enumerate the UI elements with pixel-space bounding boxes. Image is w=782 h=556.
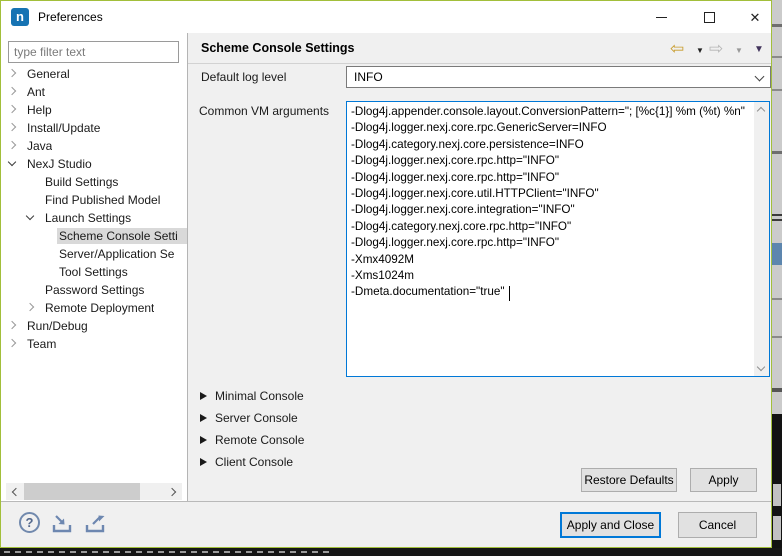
sidebar-item-password-settings[interactable]: Password Settings: [1, 281, 187, 299]
nexj-logo-icon: n: [11, 8, 29, 26]
maximize-icon: [704, 12, 715, 23]
triangle-right-icon: [200, 436, 207, 444]
combo-value: INFO: [354, 70, 383, 84]
section-label: Minimal Console: [215, 389, 304, 403]
sidebar-item-ant[interactable]: Ant: [1, 83, 187, 101]
sidebar-item-nexj-studio[interactable]: NexJ Studio: [1, 155, 187, 173]
filter-input[interactable]: [8, 41, 179, 63]
chevron-right-icon: [8, 87, 16, 95]
chevron-down-icon: [755, 72, 765, 82]
sidebar-item-run-debug[interactable]: Run/Debug: [1, 317, 187, 335]
sidebar-item-java[interactable]: Java: [1, 137, 187, 155]
tree-label: Run/Debug: [27, 318, 88, 334]
minimize-button[interactable]: [643, 1, 679, 33]
triangle-right-icon: [200, 458, 207, 466]
chevron-right-icon: [8, 321, 16, 329]
default-log-level-combo[interactable]: INFO: [346, 66, 771, 88]
back-dropdown-icon[interactable]: ▼: [696, 46, 704, 55]
section-client-console[interactable]: Client Console: [200, 453, 293, 471]
restore-defaults-button[interactable]: Restore Defaults: [581, 468, 677, 492]
triangle-right-icon: [200, 392, 207, 400]
sidebar-item-launch-settings[interactable]: Launch Settings: [1, 209, 187, 227]
chevron-right-icon: [8, 141, 16, 149]
background-bottom-strip: [0, 548, 782, 556]
sidebar-item-scheme-console-settings[interactable]: Scheme Console Setti: [1, 227, 187, 245]
background-right-strip: [772, 0, 782, 548]
import-preferences-icon[interactable]: [50, 513, 76, 535]
tree-label: Install/Update: [27, 120, 100, 136]
section-remote-console[interactable]: Remote Console: [200, 431, 304, 449]
sidebar-item-install-update[interactable]: Install/Update: [1, 119, 187, 137]
apply-and-close-button[interactable]: Apply and Close: [560, 512, 661, 538]
sidebar-item-remote-deployment[interactable]: Remote Deployment: [1, 299, 187, 317]
tree-label-selected: Scheme Console Setti: [57, 228, 187, 244]
maximize-button[interactable]: [691, 1, 727, 33]
forward-arrow-icon[interactable]: ⇨: [709, 39, 723, 59]
tree-label: Launch Settings: [45, 210, 131, 226]
textarea-scrollbar[interactable]: [754, 102, 769, 376]
vm-arguments-label: Common VM arguments: [199, 104, 329, 118]
cancel-button[interactable]: Cancel: [678, 512, 757, 538]
tree-label: Tool Settings: [59, 264, 128, 280]
tree-label: Help: [27, 102, 52, 118]
text-caret: [509, 286, 510, 301]
window-title: Preferences: [38, 1, 103, 33]
scroll-up-icon[interactable]: [757, 107, 765, 115]
chevron-right-icon: [8, 339, 16, 347]
minimize-icon: [656, 17, 667, 18]
close-button[interactable]: ✕: [737, 1, 772, 33]
chevron-down-icon: [8, 158, 16, 166]
tree-label: Password Settings: [45, 282, 144, 298]
page-title: Scheme Console Settings: [201, 41, 355, 55]
section-label: Remote Console: [215, 433, 304, 447]
tree-label: Team: [27, 336, 56, 352]
apply-button[interactable]: Apply: [690, 468, 757, 492]
default-log-level-label: Default log level: [201, 70, 286, 84]
vm-arguments-text: -Dlog4j.appender.console.layout.Conversi…: [351, 104, 753, 374]
section-label: Client Console: [215, 455, 293, 469]
vm-arguments-textarea[interactable]: -Dlog4j.appender.console.layout.Conversi…: [346, 101, 770, 377]
chevron-right-icon: [8, 123, 16, 131]
sidebar-item-help[interactable]: Help: [1, 101, 187, 119]
view-menu-icon[interactable]: ▼: [754, 44, 764, 55]
tree-label: Find Published Model: [45, 192, 160, 208]
tree-label: Java: [27, 138, 52, 154]
sidebar-item-tool-settings[interactable]: Tool Settings: [1, 263, 187, 281]
scroll-right-icon[interactable]: [165, 483, 182, 500]
tree-label: Server/Application Se: [59, 246, 174, 262]
triangle-right-icon: [200, 414, 207, 422]
sidebar-item-build-settings[interactable]: Build Settings: [1, 173, 187, 191]
chevron-right-icon: [26, 303, 34, 311]
section-label: Server Console: [215, 411, 298, 425]
sidebar-sash[interactable]: [187, 33, 188, 501]
tree-label: NexJ Studio: [27, 156, 92, 172]
chevron-right-icon: [8, 69, 16, 77]
footer: ? Apply and Close Cancel: [1, 502, 771, 547]
tree-label: Remote Deployment: [45, 300, 154, 316]
preferences-dialog: n Preferences ✕ General Ant Help Install…: [0, 0, 772, 548]
chevron-right-icon: [8, 105, 16, 113]
close-icon: ✕: [750, 11, 761, 24]
scroll-down-icon[interactable]: [757, 363, 765, 371]
tree-label: General: [27, 66, 70, 82]
sidebar-item-find-published-model[interactable]: Find Published Model: [1, 191, 187, 209]
tree-horizontal-scrollbar[interactable]: [6, 483, 182, 500]
scrollbar-thumb[interactable]: [24, 483, 140, 500]
header-separator: [188, 63, 772, 64]
scroll-left-icon[interactable]: [6, 483, 23, 500]
export-preferences-icon[interactable]: [83, 513, 109, 535]
back-arrow-icon[interactable]: ⇦: [670, 39, 684, 59]
tree-label: Build Settings: [45, 174, 118, 190]
forward-dropdown-icon[interactable]: ▼: [735, 46, 743, 55]
sidebar-item-server-application-settings[interactable]: Server/Application Se: [1, 245, 187, 263]
tree-label: Ant: [27, 84, 45, 100]
sidebar-item-team[interactable]: Team: [1, 335, 187, 353]
section-minimal-console[interactable]: Minimal Console: [200, 387, 304, 405]
chevron-down-icon: [26, 212, 34, 220]
section-server-console[interactable]: Server Console: [200, 409, 298, 427]
titlebar: n Preferences ✕: [1, 1, 771, 33]
sidebar-item-general[interactable]: General: [1, 65, 187, 83]
help-icon[interactable]: ?: [19, 512, 40, 533]
